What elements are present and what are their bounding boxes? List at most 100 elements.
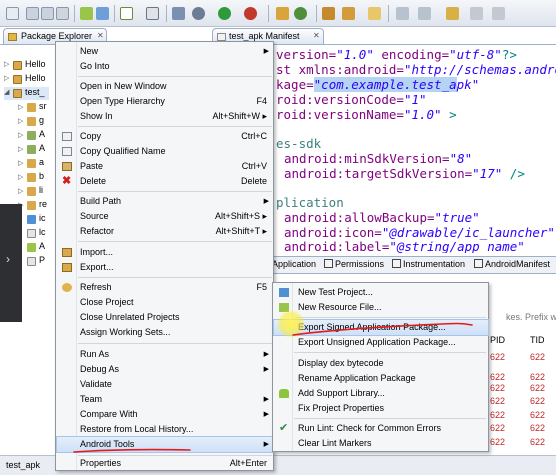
collapsed-arrow-icon[interactable]: ▷ <box>18 117 23 125</box>
menu-item-new-test-project[interactable]: New Test Project... <box>274 285 488 300</box>
menu-item-go-into[interactable]: Go Into <box>57 59 273 74</box>
menu-item-close-project[interactable]: Close Project <box>57 295 273 310</box>
menu-item-export[interactable]: Export... <box>57 260 273 275</box>
annotation-icon[interactable] <box>368 7 381 20</box>
tree-child-item[interactable]: lc <box>18 227 58 240</box>
search-icon[interactable] <box>342 7 355 20</box>
collapsed-arrow-icon[interactable]: ▷ <box>18 103 23 111</box>
tree-child-item[interactable]: ic <box>18 213 58 226</box>
file-icon <box>27 229 36 238</box>
menu-item-properties[interactable]: Properties Alt+Enter <box>57 456 273 471</box>
forward-icon[interactable] <box>470 7 483 20</box>
menu-item-clear-lint-markers[interactable]: Clear Lint Markers <box>274 436 488 451</box>
menu-item-debug-as[interactable]: Debug As ▶ <box>57 362 273 377</box>
column-header-pid[interactable]: PID <box>490 335 505 345</box>
menu-item-run-as[interactable]: Run As ▶ <box>57 347 273 362</box>
collapsed-arrow-icon[interactable]: ▷ <box>18 159 23 167</box>
menu-item-refactor[interactable]: Refactor Alt+Shift+T ▸ <box>57 224 273 239</box>
print-icon[interactable] <box>56 7 69 20</box>
tree-child-item[interactable]: ▷ A <box>18 143 58 156</box>
collapsed-arrow-icon[interactable]: ▷ <box>18 173 23 181</box>
menu-separator <box>78 277 272 278</box>
code-line: android:targetSdkVersion="17" /> <box>284 166 525 181</box>
menu-item-source[interactable]: Source Alt+Shift+S ▸ <box>57 209 273 224</box>
tree-child-item[interactable]: A <box>18 241 58 254</box>
tree-child-item[interactable]: ▷ li <box>18 185 58 198</box>
menu-item-assign-working-sets[interactable]: Assign Working Sets... <box>57 325 273 340</box>
tree-child-item[interactable]: ▷ sr <box>18 101 58 114</box>
menu-item-new-resource-file[interactable]: New Resource File... <box>274 300 488 315</box>
menu-item-close-unrelated-projects[interactable]: Close Unrelated Projects <box>57 310 273 325</box>
close-icon[interactable]: ✕ <box>313 31 320 40</box>
menu-item-android-tools[interactable]: Android Tools ▶ <box>56 436 274 453</box>
menu-item-team[interactable]: Team ▶ <box>57 392 273 407</box>
menu-item-display-dex-bytecode[interactable]: Display dex bytecode <box>274 356 488 371</box>
menu-item-open-type-hierarchy[interactable]: Open Type Hierarchy F4 <box>57 94 273 109</box>
menu-item-restore-from-local-history[interactable]: Restore from Local History... <box>57 422 273 437</box>
avd-manager-icon[interactable] <box>96 7 109 20</box>
menu-item-build-path[interactable]: Build Path ▶ <box>57 194 273 209</box>
column-header-tid[interactable]: TID <box>530 335 545 345</box>
menu-item-validate[interactable]: Validate <box>57 377 273 392</box>
tab-android-manifest[interactable]: AndroidManifest <box>474 259 550 272</box>
context-menu: New ▶ Go Into Open in New Window Open Ty… <box>55 41 274 471</box>
menu-item-import[interactable]: Import... <box>57 245 273 260</box>
grid-icon[interactable] <box>146 7 159 20</box>
tab-permissions[interactable]: Permissions <box>324 259 384 272</box>
toolbar-separator <box>268 5 269 22</box>
run-icon[interactable] <box>218 7 231 20</box>
menu-item-add-support-library[interactable]: Add Support Library... <box>274 386 488 401</box>
library-icon <box>27 145 36 154</box>
collapsed-arrow-icon[interactable]: ▷ <box>18 187 23 195</box>
tree-child-item[interactable]: ▷ b <box>18 171 58 184</box>
tree-item-project-selected[interactable]: ◢ test_ <box>4 87 49 100</box>
tree-child-item[interactable]: P <box>18 255 58 268</box>
delete-icon: ✖ <box>62 175 72 187</box>
side-panel-handle[interactable]: › <box>0 204 22 322</box>
android-sdk-icon[interactable] <box>80 7 93 20</box>
collapsed-arrow-icon[interactable]: ▷ <box>18 131 23 139</box>
menu-item-export-unsigned-application-package[interactable]: Export Unsigned Application Package... <box>274 335 488 350</box>
tab-application[interactable]: Application <box>272 259 316 272</box>
menu-item-compare-with[interactable]: Compare With ▶ <box>57 407 273 422</box>
collapsed-arrow-icon[interactable]: ▷ <box>4 60 9 68</box>
save-icon[interactable] <box>26 7 39 20</box>
tree-child-item[interactable]: ▷ a <box>18 157 58 170</box>
menu-item-run-lint[interactable]: ✔ Run Lint: Check for Common Errors <box>274 421 488 436</box>
open-type-icon[interactable] <box>322 7 335 20</box>
collapsed-arrow-icon[interactable]: ▷ <box>4 74 9 82</box>
close-icon[interactable]: ✕ <box>97 31 104 40</box>
back-icon[interactable] <box>446 7 459 20</box>
menu-item-rename-application-package[interactable]: Rename Application Package <box>274 371 488 386</box>
menu-item-copy-qualified-name[interactable]: Copy Qualified Name <box>57 144 273 159</box>
next-annotation-icon[interactable] <box>396 7 409 20</box>
menu-item-paste[interactable]: Paste Ctrl+V <box>57 159 273 174</box>
tree-child-item[interactable]: ▷ A <box>18 129 58 142</box>
debug-icon[interactable] <box>192 7 205 20</box>
menu-item-copy[interactable]: Copy Ctrl+C <box>57 129 273 144</box>
checkbox-icon[interactable] <box>120 7 133 20</box>
new-java-package-icon[interactable] <box>276 7 289 20</box>
chevron-right-icon[interactable]: › <box>6 252 10 266</box>
pen-icon[interactable] <box>172 7 185 20</box>
new-icon[interactable] <box>6 7 19 20</box>
project-folder-icon <box>13 61 22 70</box>
save-all-icon[interactable] <box>41 7 54 20</box>
menu-item-open-in-new-window[interactable]: Open in New Window <box>57 79 273 94</box>
cursor-highlight <box>277 310 305 338</box>
dropdown-icon[interactable] <box>492 7 505 20</box>
menu-item-fix-project-properties[interactable]: Fix Project Properties <box>274 401 488 416</box>
menu-item-new[interactable]: New ▶ <box>57 44 273 59</box>
menu-item-refresh[interactable]: Refresh F5 <box>57 280 273 295</box>
new-class-icon[interactable] <box>294 7 307 20</box>
expanded-arrow-icon[interactable]: ◢ <box>4 88 9 96</box>
previous-annotation-icon[interactable] <box>418 7 431 20</box>
menu-item-show-in[interactable]: Show In Alt+Shift+W ▸ <box>57 109 273 124</box>
collapsed-arrow-icon[interactable]: ▷ <box>18 145 23 153</box>
menu-item-delete[interactable]: ✖ Delete Delete <box>57 174 273 189</box>
tab-instrumentation[interactable]: Instrumentation <box>392 259 465 272</box>
menu-item-export-signed-application-package[interactable]: Export Signed Application Package... <box>273 319 489 336</box>
tree-child-item[interactable]: ▷ re <box>18 199 58 212</box>
tree-child-item[interactable]: ▷ g <box>18 115 58 128</box>
external-tools-icon[interactable] <box>244 7 257 20</box>
